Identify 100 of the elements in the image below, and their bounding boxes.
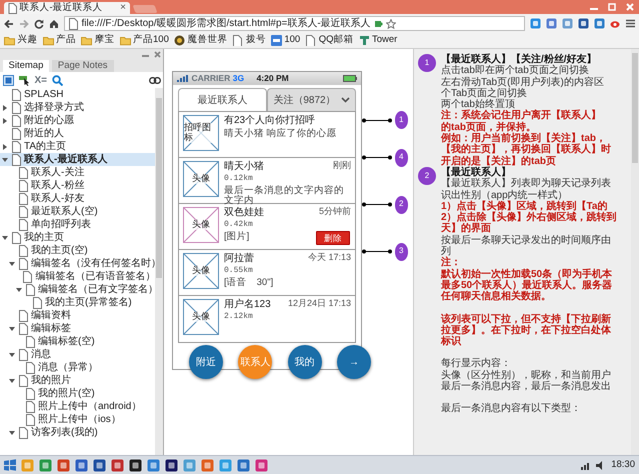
page-icon	[10, 140, 22, 153]
avatar-placeholder[interactable]: 招呼图标	[183, 115, 219, 151]
sitemap-item[interactable]: 联系人-最近联系人	[0, 153, 156, 166]
note-text: 最多50个联系人）最近联系人。服务器	[441, 280, 614, 291]
bookmark-link[interactable]: Tower	[358, 35, 398, 46]
sitemap-item[interactable]: 最近联系人(空)	[0, 205, 156, 218]
bookmark-link[interactable]: 魔兽世界	[174, 35, 228, 46]
reload-icon[interactable]	[34, 18, 44, 28]
taskbar-app-icon[interactable]	[165, 458, 178, 472]
taskbar-app-icon[interactable]	[129, 458, 142, 472]
sitemap-item[interactable]: 联系人-好友	[0, 192, 156, 206]
collapse-caret-icon[interactable]	[9, 326, 15, 332]
page-icon	[18, 374, 28, 387]
nav-button[interactable]: 我的	[288, 345, 322, 379]
star-icon[interactable]	[386, 18, 396, 28]
sitemap-item[interactable]: 编辑签名（没有任何签名时）	[0, 257, 156, 270]
sitemap-item[interactable]: 消息（异常）	[0, 361, 156, 374]
bookmark-link[interactable]: 摩宝	[81, 35, 114, 46]
nav-button[interactable]: →	[336, 345, 371, 379]
tab[interactable]: 关注（9872）	[267, 88, 356, 111]
scrollbar[interactable]	[155, 88, 163, 455]
bookmark-link[interactable]: QQ邮箱	[305, 35, 354, 46]
bookmark-link[interactable]: 兴趣	[4, 35, 38, 46]
taskbar-app-icon[interactable]	[93, 458, 106, 472]
sitemap-item[interactable]: 编辑标签(空)	[0, 335, 156, 348]
menu-icon[interactable]	[626, 19, 635, 28]
maximize-icon[interactable]	[608, 3, 616, 11]
collapse-caret-icon[interactable]	[9, 352, 15, 358]
folder-icon	[120, 35, 130, 46]
back-icon[interactable]	[4, 18, 14, 28]
collapse-caret-icon[interactable]	[9, 430, 15, 436]
page-icon	[22, 270, 33, 283]
sitemap-item[interactable]: 编辑签名（已有文字签名）	[0, 283, 156, 296]
avatar-placeholder[interactable]: 头像	[183, 299, 219, 335]
bookmark-link[interactable]: 拨号	[232, 35, 266, 46]
link-icon[interactable]	[148, 76, 160, 84]
sitemap-item[interactable]: 我的主页(异常签名)	[0, 296, 156, 310]
sitemap-item[interactable]: 访客列表(我的)	[0, 426, 156, 440]
extension-icon[interactable]	[578, 18, 589, 29]
search-icon[interactable]	[52, 74, 64, 86]
contact-row[interactable]: 头像 双色娃娃 5分钟前 0.42km [图片] 删除	[179, 204, 355, 250]
collapse-caret-icon[interactable]	[2, 156, 8, 163]
avatar-placeholder[interactable]: 头像	[183, 161, 219, 197]
sidebar-tab[interactable]: Sitemap	[2, 60, 50, 72]
sitemap-item[interactable]: 我的主页(空)	[0, 244, 156, 258]
add-page-icon[interactable]	[18, 74, 30, 86]
network-icon[interactable]	[581, 460, 592, 470]
sidebar-tab[interactable]: Page Notes	[52, 60, 114, 72]
collapse-caret-icon[interactable]	[16, 286, 22, 293]
sitemap-item[interactable]: 编辑资料	[0, 309, 156, 322]
contact-row[interactable]: 头像 阿拉蕾 今天 17:13 0.55km [语音 30"]	[179, 250, 355, 296]
scrollbar[interactable]	[631, 49, 639, 455]
sitemap-item[interactable]: 照片上传中（android）	[0, 400, 156, 414]
sitemap-item[interactable]: 我的主页	[0, 231, 156, 244]
sitemap-item[interactable]: 我的照片(空)	[0, 387, 156, 400]
expand-caret-icon[interactable]	[2, 118, 8, 124]
browser-tab[interactable]: 联系人-最近联系人 ×	[4, 2, 130, 14]
sitemap-item[interactable]: 联系人-粉丝	[0, 179, 156, 192]
close-icon[interactable]	[154, 51, 160, 58]
contact-row[interactable]: 头像 晴天小猪 刚刚 0.12km 最后一条消息的文字内容的文字内	[179, 158, 355, 204]
puzzle-icon[interactable]	[373, 18, 384, 28]
sitemap-item[interactable]: 我的照片	[0, 374, 156, 388]
sitemap-item[interactable]: 单向招呼列表	[0, 218, 156, 232]
extension-icon[interactable]	[546, 18, 557, 29]
note-text: 头像（区分性别），昵称，和当前用户	[441, 370, 612, 381]
collapse-caret-icon[interactable]	[9, 260, 15, 267]
sitemap-item[interactable]: 编辑签名（已有语音签名）	[0, 270, 156, 284]
tab[interactable]: 最近联系人	[178, 88, 267, 111]
nav-button[interactable]: 附近	[189, 345, 223, 379]
delete-button[interactable]: 删除	[316, 230, 350, 245]
tab-close-button[interactable]: ×	[120, 3, 126, 13]
start-icon[interactable]	[4, 459, 16, 471]
avatar-placeholder[interactable]: 头像	[183, 253, 219, 289]
sitemap-item[interactable]: 消息	[0, 348, 156, 362]
bookmark-link[interactable]: 产品	[42, 35, 76, 46]
sitemap-item[interactable]: 选择登录方式	[0, 101, 156, 114]
collapse-caret-icon[interactable]	[9, 378, 15, 384]
network-text: 3G	[232, 74, 244, 84]
home-icon[interactable]	[49, 18, 59, 28]
sitemap-item[interactable]: 编辑标签	[0, 322, 156, 336]
avatar-placeholder[interactable]: 头像	[183, 207, 219, 243]
sitemap-item[interactable]: TA的主页	[0, 140, 156, 154]
sitemap-item[interactable]: 照片上传中（ios）	[0, 413, 156, 426]
collapse-caret-icon[interactable]	[2, 234, 8, 241]
contact-row[interactable]: 头像 用户名123 12月24日 17:13 2.12km	[179, 296, 355, 342]
address-field[interactable]: file:///F:/Desktop/暖暖圆形需求图/start.html#p=联系人-最近联系人	[64, 16, 525, 31]
extension-icon[interactable]	[530, 18, 541, 29]
expand-caret-icon[interactable]	[2, 104, 8, 111]
clock-text[interactable]: 18:30	[611, 460, 635, 470]
sitemap-item[interactable]: SPLASH	[0, 88, 156, 102]
sitemap-item[interactable]: 联系人-关注	[0, 166, 156, 180]
sitemap-item[interactable]: 附近的心愿	[0, 114, 156, 128]
extension-icon[interactable]	[594, 18, 605, 29]
pages-icon[interactable]	[2, 74, 14, 86]
bookmark-link[interactable]: 产品100	[120, 35, 169, 46]
sitemap-item[interactable]: 附近的人	[0, 127, 156, 140]
expand-caret-icon[interactable]	[2, 144, 8, 150]
bookmark-link[interactable]: 100	[270, 35, 300, 46]
contact-row[interactable]: 招呼图标 有23个人向你打招呼 晴天小猪 响应了你的心愿	[179, 112, 355, 158]
toolbar-text[interactable]: X=	[34, 74, 48, 86]
